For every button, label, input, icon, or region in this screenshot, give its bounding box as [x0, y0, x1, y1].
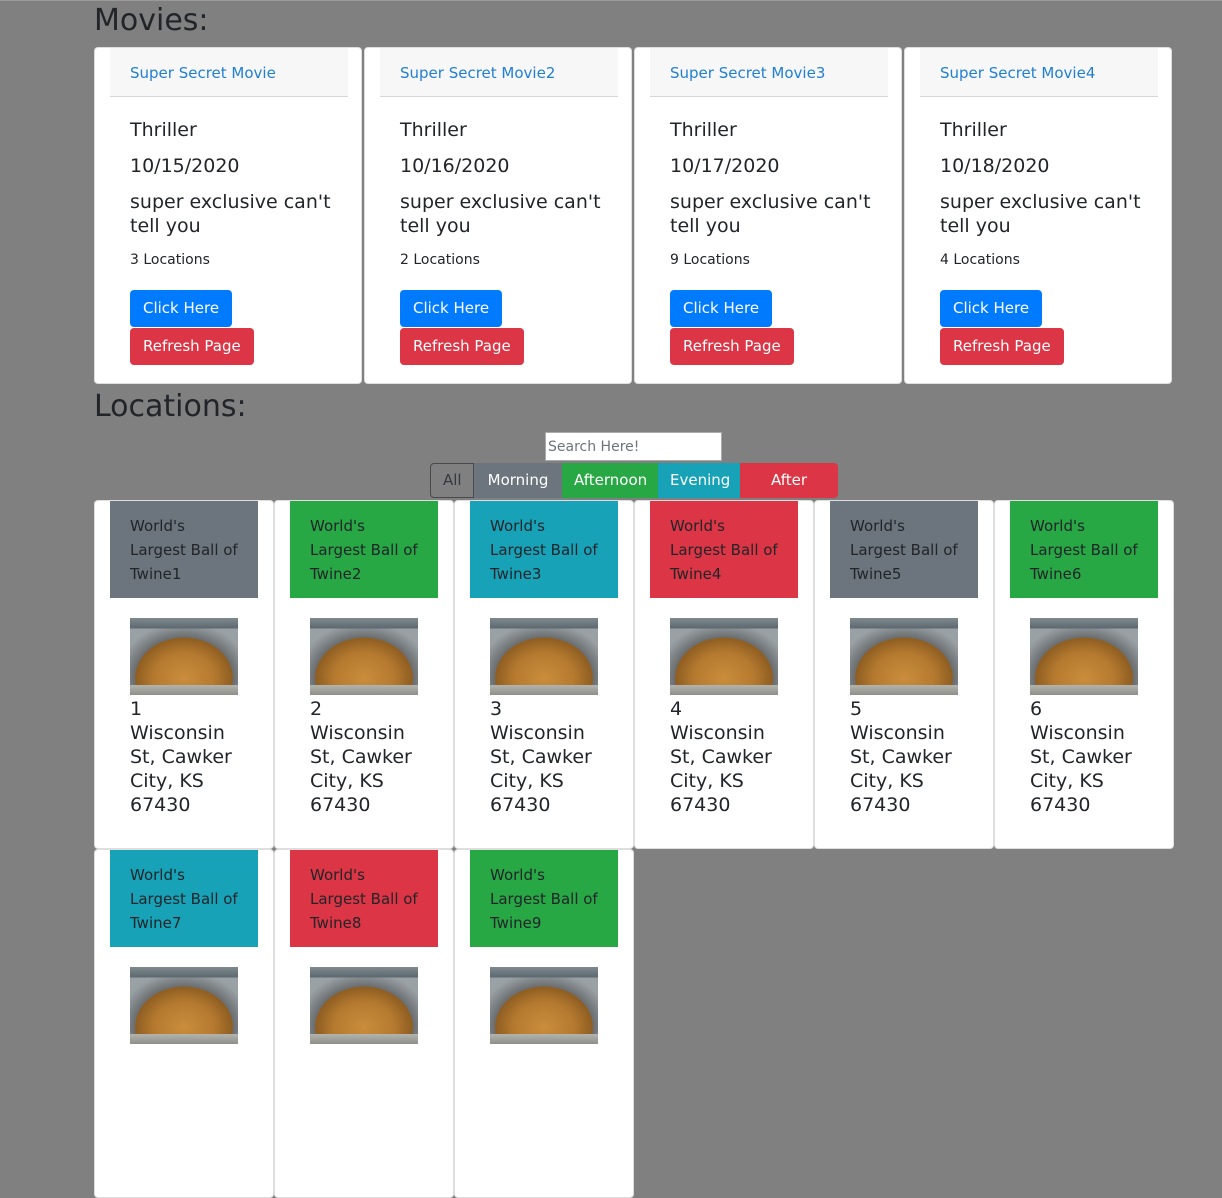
- movie-description: super exclusive can't tell you: [130, 191, 331, 237]
- movie-description: super exclusive can't tell you: [670, 191, 871, 237]
- location-address: 3 Wisconsin St, Cawker City, KS 67430: [490, 698, 592, 816]
- movies-list: Super Secret Movie Thriller 10/15/2020 s…: [94, 47, 1174, 386]
- twine-ball-image: [130, 618, 238, 695]
- filter-after-dark-button[interactable]: After Dark: [740, 463, 838, 524]
- filter-evening-button[interactable]: Evening: [658, 463, 740, 498]
- location-name: World's Largest Ball of Twine2: [290, 501, 438, 598]
- time-filter-group: All Morning Afternoon Evening After Dark: [430, 463, 838, 524]
- movie-location-count: 2 Locations: [400, 252, 480, 268]
- twine-ball-image: [310, 967, 418, 1044]
- movie-title-link[interactable]: Super Secret Movie2: [400, 64, 555, 82]
- location-address: 1 Wisconsin St, Cawker City, KS 67430: [130, 698, 232, 816]
- filter-afternoon-button[interactable]: Afternoon: [562, 463, 658, 498]
- location-address: 4 Wisconsin St, Cawker City, KS 67430: [670, 698, 772, 816]
- filter-all-button[interactable]: All: [430, 463, 474, 498]
- movie-card-header: Super Secret Movie2: [380, 48, 618, 97]
- movie-title-link[interactable]: Super Secret Movie4: [940, 64, 1095, 82]
- movie-date: 10/16/2020: [400, 155, 510, 177]
- twine-ball-image: [670, 618, 778, 695]
- refresh-page-button[interactable]: Refresh Page: [130, 328, 254, 365]
- movie-location-count: 9 Locations: [670, 252, 750, 268]
- location-name: World's Largest Ball of Twine7: [110, 850, 258, 947]
- location-card: World's Largest Ball of Twine8: [274, 849, 454, 1198]
- movie-card-body: Thriller 10/15/2020 super exclusive can'…: [130, 118, 335, 270]
- location-address: 6 Wisconsin St, Cawker City, KS 67430: [1030, 698, 1132, 816]
- twine-ball-image: [490, 618, 598, 695]
- movie-card-header: Super Secret Movie3: [650, 48, 888, 97]
- location-name: World's Largest Ball of Twine4: [650, 501, 798, 598]
- location-name: World's Largest Ball of Twine1: [110, 501, 258, 598]
- movie-card-header: Super Secret Movie4: [920, 48, 1158, 97]
- top-border: [0, 0, 1222, 1]
- location-name: World's Largest Ball of Twine9: [470, 850, 618, 947]
- twine-ball-image: [130, 967, 238, 1044]
- movie-title-link[interactable]: Super Secret Movie3: [670, 64, 825, 82]
- movie-card: Super Secret Movie4 Thriller 10/18/2020 …: [904, 47, 1172, 384]
- refresh-page-button[interactable]: Refresh Page: [940, 328, 1064, 365]
- movie-genre: Thriller: [670, 119, 737, 141]
- location-address: 5 Wisconsin St, Cawker City, KS 67430: [850, 698, 952, 816]
- movie-card: Super Secret Movie3 Thriller 10/17/2020 …: [634, 47, 902, 384]
- movie-date: 10/15/2020: [130, 155, 240, 177]
- location-card: World's Largest Ball of Twine6 6 Wiscons…: [994, 500, 1174, 849]
- movie-card-body: Thriller 10/16/2020 super exclusive can'…: [400, 118, 605, 270]
- location-card: World's Largest Ball of Twine4 4 Wiscons…: [634, 500, 814, 849]
- location-name: World's Largest Ball of Twine3: [470, 501, 618, 598]
- twine-ball-image: [310, 618, 418, 695]
- twine-ball-image: [1030, 618, 1138, 695]
- location-name: World's Largest Ball of Twine6: [1010, 501, 1158, 598]
- refresh-page-button[interactable]: Refresh Page: [670, 328, 794, 365]
- movie-title-link[interactable]: Super Secret Movie: [130, 64, 276, 82]
- movie-card: Super Secret Movie2 Thriller 10/16/2020 …: [364, 47, 632, 384]
- movie-card-body: Thriller 10/18/2020 super exclusive can'…: [940, 118, 1145, 270]
- location-card: World's Largest Ball of Twine1 1 Wiscons…: [94, 500, 274, 849]
- movies-heading: Movies:: [94, 3, 209, 38]
- location-address: 2 Wisconsin St, Cawker City, KS 67430: [310, 698, 412, 816]
- movie-genre: Thriller: [940, 119, 1007, 141]
- movie-genre: Thriller: [130, 119, 197, 141]
- click-here-button[interactable]: Click Here: [400, 290, 503, 327]
- movie-location-count: 4 Locations: [940, 252, 1020, 268]
- movie-date: 10/18/2020: [940, 155, 1050, 177]
- click-here-button[interactable]: Click Here: [670, 290, 773, 327]
- location-name: World's Largest Ball of Twine5: [830, 501, 978, 598]
- movie-location-count: 3 Locations: [130, 252, 210, 268]
- filter-morning-button[interactable]: Morning: [474, 463, 562, 498]
- location-card: World's Largest Ball of Twine3 3 Wiscons…: [454, 500, 634, 849]
- location-card: World's Largest Ball of Twine2 2 Wiscons…: [274, 500, 454, 849]
- location-card: World's Largest Ball of Twine5 5 Wiscons…: [814, 500, 994, 849]
- locations-heading: Locations:: [94, 389, 247, 424]
- location-name: World's Largest Ball of Twine8: [290, 850, 438, 947]
- twine-ball-image: [850, 618, 958, 695]
- click-here-button[interactable]: Click Here: [130, 290, 233, 327]
- movie-description: super exclusive can't tell you: [940, 191, 1141, 237]
- movie-card-header: Super Secret Movie: [110, 48, 348, 97]
- movie-description: super exclusive can't tell you: [400, 191, 601, 237]
- movie-genre: Thriller: [400, 119, 467, 141]
- refresh-page-button[interactable]: Refresh Page: [400, 328, 524, 365]
- location-card: World's Largest Ball of Twine9: [454, 849, 634, 1198]
- location-card: World's Largest Ball of Twine7: [94, 849, 274, 1198]
- search-input[interactable]: [545, 432, 722, 461]
- click-here-button[interactable]: Click Here: [940, 290, 1043, 327]
- movie-card-body: Thriller 10/17/2020 super exclusive can'…: [670, 118, 875, 270]
- movie-card: Super Secret Movie Thriller 10/15/2020 s…: [94, 47, 362, 384]
- twine-ball-image: [490, 967, 598, 1044]
- movie-date: 10/17/2020: [670, 155, 780, 177]
